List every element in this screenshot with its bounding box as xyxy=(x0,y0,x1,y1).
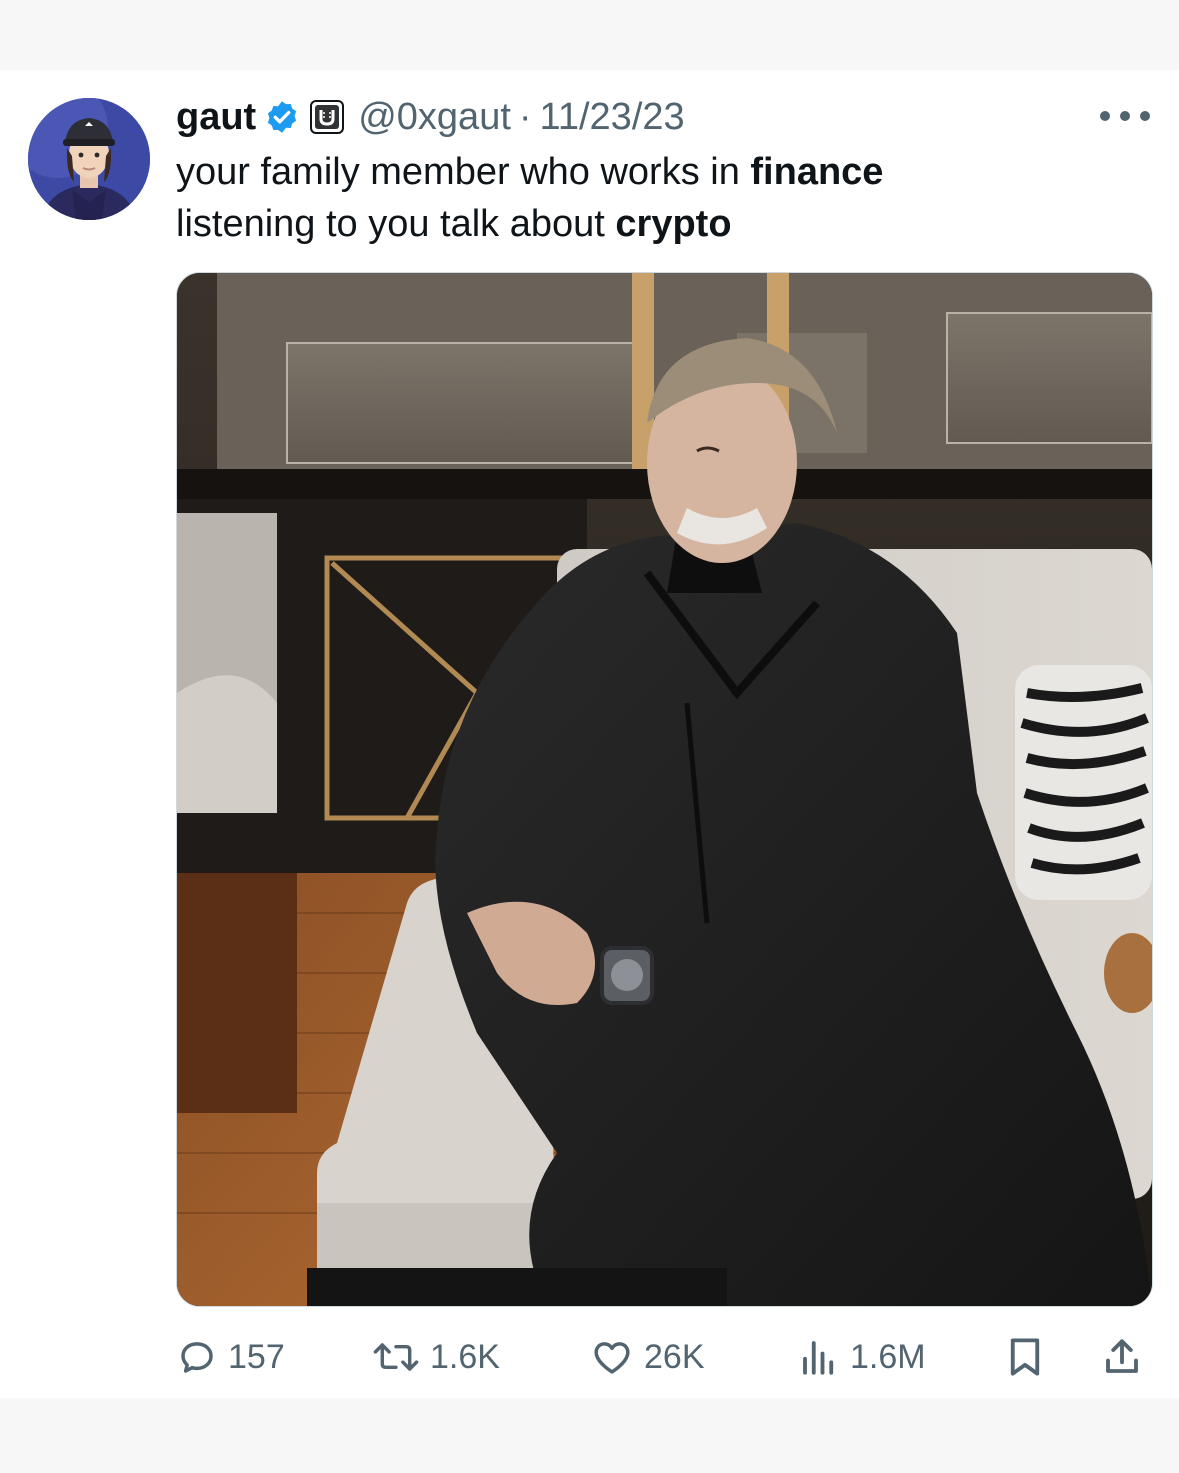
reply-icon xyxy=(181,1342,213,1373)
bookmark-icon xyxy=(1010,1338,1040,1376)
more-dot xyxy=(1100,111,1110,121)
reply-count: 157 xyxy=(228,1337,285,1376)
author-avatar[interactable] xyxy=(28,98,150,220)
tweet-text-line-1: your family member who works in finance xyxy=(176,146,1136,198)
author-handle[interactable]: @0xgaut xyxy=(358,96,511,139)
like-count: 26K xyxy=(644,1337,705,1376)
repost-button[interactable]: 1.6K xyxy=(372,1332,500,1382)
like-button[interactable]: 26K xyxy=(590,1332,705,1382)
views-button[interactable]: 1.6M xyxy=(798,1332,926,1382)
more-options-icon[interactable] xyxy=(1100,106,1150,126)
tweet-text-line-2: listening to you talk about crypto xyxy=(176,198,1136,250)
tweet-date[interactable]: 11/23/23 xyxy=(540,96,685,139)
author-display-name[interactable]: gaut xyxy=(176,96,256,139)
top-background xyxy=(0,0,1179,70)
more-dot xyxy=(1140,111,1150,121)
text-segment: your family member who works in xyxy=(176,151,751,193)
tweet-text: your family member who works in finance … xyxy=(176,146,1136,250)
like-icon xyxy=(594,1342,630,1374)
views-count: 1.6M xyxy=(850,1337,926,1376)
tweet-card[interactable]: gaut @0xgaut · 11/23/23 your family memb… xyxy=(0,70,1179,1398)
reply-button[interactable]: 157 xyxy=(176,1332,285,1382)
tweet-header: gaut @0xgaut · 11/23/23 xyxy=(176,92,685,142)
repost-icon xyxy=(373,1343,419,1371)
verified-badge-icon[interactable] xyxy=(264,99,300,135)
share-button[interactable] xyxy=(1101,1332,1143,1382)
repost-count: 1.6K xyxy=(430,1337,500,1376)
bookmark-button[interactable] xyxy=(1004,1332,1046,1382)
more-dot xyxy=(1120,111,1130,121)
affiliate-u-badge-icon[interactable] xyxy=(310,100,345,134)
text-segment: listening to you talk about xyxy=(176,203,616,245)
photo-man-in-black-coat-icon xyxy=(177,273,1152,1306)
tweet-actions: 157 1.6K 26K 1.6M xyxy=(176,1332,1151,1382)
text-bold-crypto: crypto xyxy=(615,203,732,245)
avatar-cartoon-icon xyxy=(28,98,150,220)
tweet-media-photo[interactable] xyxy=(176,272,1153,1307)
text-bold-finance: finance xyxy=(750,151,884,193)
views-icon xyxy=(803,1341,834,1375)
share-icon xyxy=(1106,1339,1138,1373)
bottom-background xyxy=(0,1398,1179,1473)
header-separator: · xyxy=(518,95,532,138)
